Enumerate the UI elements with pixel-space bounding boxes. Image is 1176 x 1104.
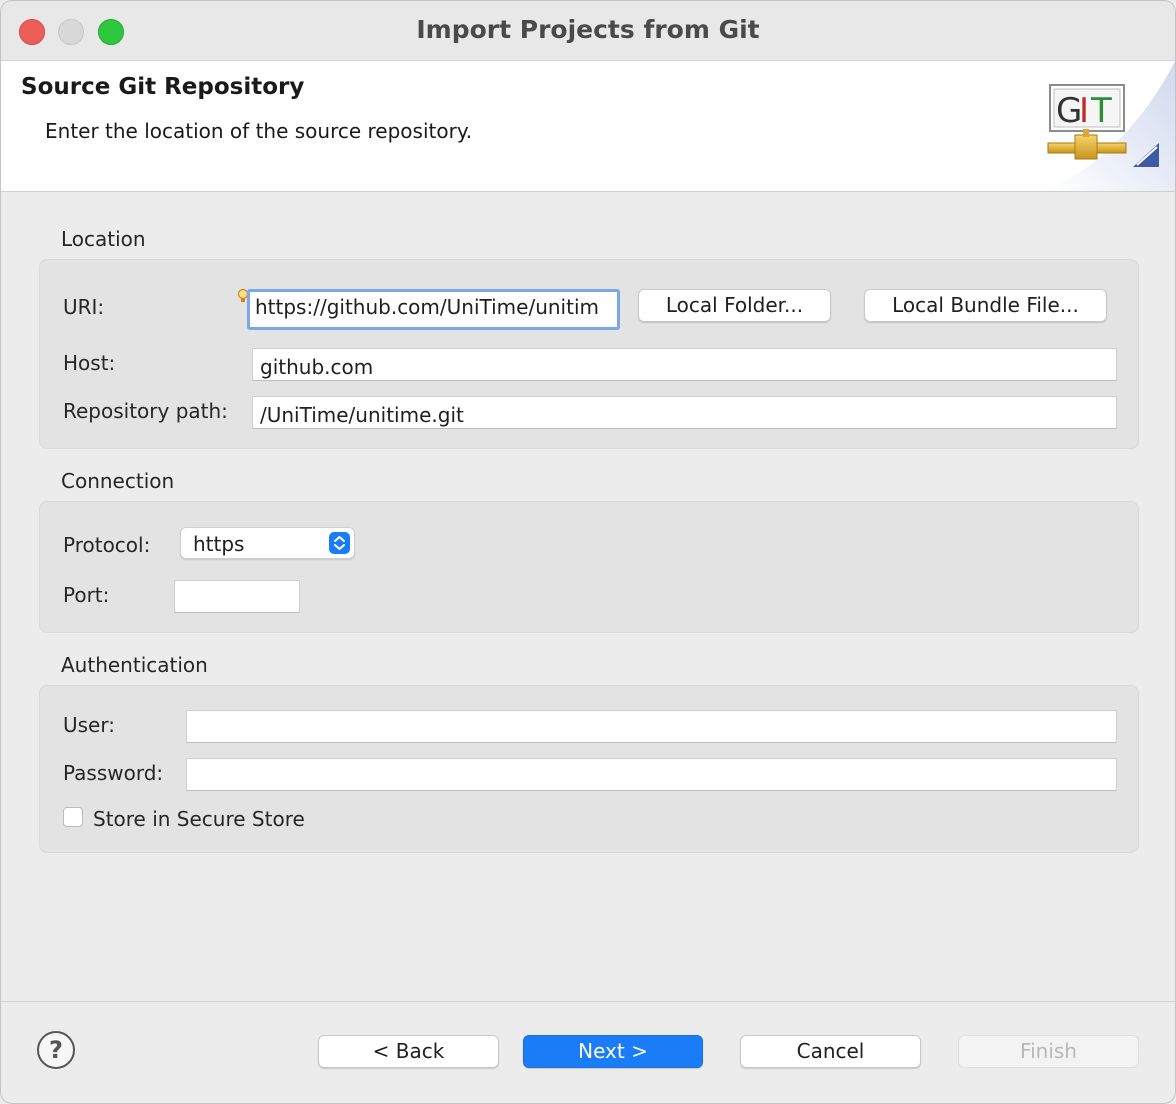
repository-path-label: Repository path: xyxy=(63,399,228,423)
local-bundle-file-button[interactable]: Local Bundle File... xyxy=(864,289,1107,322)
uri-input[interactable]: https://github.com/UniTime/unitim xyxy=(247,289,620,330)
user-input[interactable] xyxy=(186,710,1117,743)
store-secure-label[interactable]: Store in Secure Store xyxy=(93,807,305,831)
port-label: Port: xyxy=(63,583,110,607)
wizard-banner: Source Git Repository Enter the location… xyxy=(1,61,1175,192)
next-button[interactable]: Next > xyxy=(523,1035,703,1068)
footer-divider xyxy=(1,1001,1175,1002)
user-label: User: xyxy=(63,713,115,737)
help-icon[interactable]: ? xyxy=(37,1031,75,1069)
store-secure-checkbox[interactable] xyxy=(63,807,83,827)
authentication-section-label: Authentication xyxy=(61,653,208,677)
title-bar: Import Projects from Git xyxy=(1,1,1175,61)
host-input[interactable]: github.com xyxy=(252,348,1117,381)
protocol-label: Protocol: xyxy=(63,533,151,557)
page-title: Source Git Repository xyxy=(21,74,305,100)
page-description: Enter the location of the source reposit… xyxy=(45,119,473,143)
finish-button[interactable]: Finish xyxy=(958,1035,1139,1068)
protocol-select[interactable]: https xyxy=(180,527,355,559)
window-title: Import Projects from Git xyxy=(416,15,760,44)
protocol-selected-value: https xyxy=(193,532,245,556)
select-arrows-icon xyxy=(329,532,350,554)
back-button[interactable]: < Back xyxy=(318,1035,499,1068)
port-input[interactable] xyxy=(174,580,300,613)
repository-path-input[interactable]: /UniTime/unitime.git xyxy=(252,396,1117,429)
connection-group xyxy=(39,501,1139,633)
location-section-label: Location xyxy=(61,227,146,251)
connection-section-label: Connection xyxy=(61,469,175,493)
host-label: Host: xyxy=(63,351,116,375)
svg-text:T: T xyxy=(1090,91,1112,131)
local-folder-button[interactable]: Local Folder... xyxy=(638,289,831,322)
password-label: Password: xyxy=(63,761,164,785)
uri-label: URI: xyxy=(63,295,105,319)
git-wizard-icon: G I T xyxy=(1045,61,1175,191)
svg-text:I: I xyxy=(1079,91,1089,131)
password-input[interactable] xyxy=(186,758,1117,791)
import-dialog: Import Projects from Git Source Git Repo… xyxy=(0,0,1176,1104)
cancel-button[interactable]: Cancel xyxy=(740,1035,921,1068)
